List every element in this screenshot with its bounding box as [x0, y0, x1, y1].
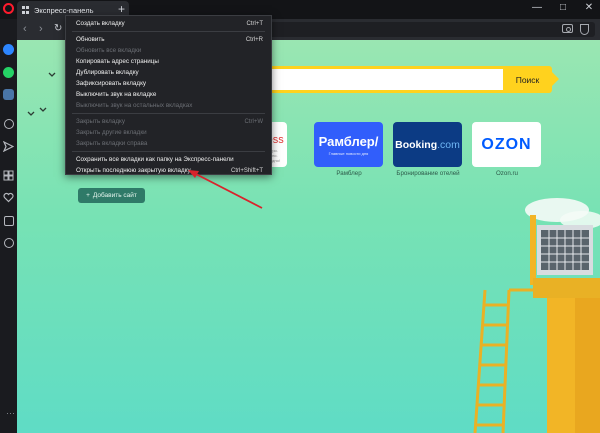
- tab-title: Экспресс-панель: [34, 5, 94, 15]
- window-controls: — □ ✕: [532, 2, 594, 13]
- maximize-button[interactable]: □: [558, 2, 568, 13]
- tile-ozon[interactable]: OZON: [472, 122, 541, 167]
- back-icon[interactable]: ‹: [23, 23, 27, 35]
- menu-item-mute-others: Выключить звук на остальных вкладках: [76, 102, 193, 109]
- search-button[interactable]: Поиск: [503, 66, 559, 93]
- address-bar[interactable]: [265, 22, 595, 37]
- tile-label: Бронирование отелей: [396, 170, 460, 177]
- lighthouse-illustration: [473, 198, 600, 433]
- plus-icon: +: [86, 192, 90, 199]
- menu-item-reload-all: Обновить все вкладки: [76, 47, 142, 54]
- vk-icon[interactable]: [2, 88, 15, 101]
- tile-rambler[interactable]: Рамблер/ Главные новости дня: [314, 122, 383, 167]
- menu-item-duplicate-tab[interactable]: Дублировать вкладку: [66, 67, 271, 78]
- whatsapp-icon[interactable]: [2, 66, 15, 79]
- grid-icon[interactable]: [2, 169, 15, 182]
- speed-dial-icon: [22, 6, 30, 14]
- heart-icon[interactable]: [2, 191, 15, 204]
- camera-icon[interactable]: [562, 24, 573, 33]
- tab-context-menu: Создать вкладку Ctrl+T Обновить Ctrl+R Обн…: [65, 15, 272, 175]
- menu-separator: [72, 31, 265, 32]
- messenger-icon[interactable]: [2, 43, 15, 56]
- search-input[interactable]: [253, 66, 503, 93]
- opera-logo-icon[interactable]: [3, 3, 14, 14]
- menu-item-mute-tab[interactable]: Выключить звук на вкладке: [66, 89, 271, 100]
- minimize-button[interactable]: —: [532, 2, 542, 13]
- menu-separator: [72, 151, 265, 152]
- menu-item-copy-address[interactable]: Копировать адрес страницы: [66, 56, 271, 67]
- new-tab-button[interactable]: +: [118, 2, 125, 16]
- send-icon[interactable]: [2, 140, 15, 153]
- menu-item-close-tab: Закрыть вкладку Ctrl+W: [76, 118, 263, 125]
- menu-item-pin-tab[interactable]: Зафиксировать вкладку: [66, 78, 271, 89]
- history-icon[interactable]: [2, 236, 15, 249]
- reload-icon[interactable]: ↻: [54, 23, 62, 34]
- sidebar: ···: [0, 19, 17, 433]
- shield-icon[interactable]: [580, 24, 589, 35]
- menu-item-close-right: Закрыть вкладки справа: [76, 140, 148, 147]
- close-window-button[interactable]: ✕: [584, 2, 594, 13]
- menu-item-reopen-closed-tab[interactable]: Открыть последнюю закрытую вкладку Ctrl+S…: [66, 165, 271, 176]
- birds-decoration: [27, 72, 56, 116]
- search-box: Поиск: [253, 66, 559, 93]
- menu-item-new-tab[interactable]: Создать вкладку Ctrl+T: [66, 18, 271, 29]
- add-site-button[interactable]: + Добавить сайт: [78, 188, 145, 203]
- menu-item-reload[interactable]: Обновить Ctrl+R: [66, 34, 271, 45]
- search-icon[interactable]: [2, 117, 15, 130]
- tile-label: Ozon.ru: [495, 170, 518, 177]
- tile-booking[interactable]: Booking.com: [393, 122, 462, 167]
- menu-separator: [72, 113, 265, 114]
- menu-item-save-as-folder[interactable]: Сохранить все вкладки как папку на Экспр…: [66, 154, 271, 165]
- menu-item-close-others: Закрыть другие вкладки: [76, 129, 147, 136]
- news-icon[interactable]: [2, 214, 15, 227]
- forward-icon[interactable]: ›: [39, 23, 43, 35]
- more-icon[interactable]: ···: [6, 408, 15, 418]
- tile-label: Рамблер: [336, 170, 362, 177]
